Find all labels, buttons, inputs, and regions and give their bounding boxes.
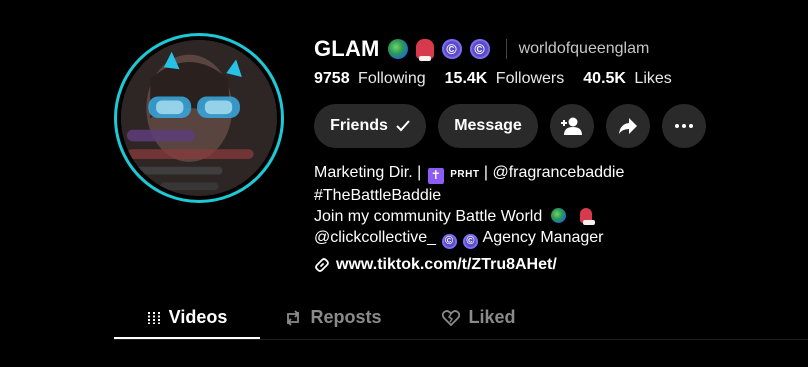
following-count: 9758: [314, 70, 350, 87]
avatar-image: [121, 40, 277, 196]
following-label: Following: [358, 70, 426, 87]
more-icon: [675, 124, 693, 128]
followers-stat[interactable]: 15.4K Followers: [445, 70, 565, 88]
add-friend-button[interactable]: [550, 104, 594, 148]
followers-count: 15.4K: [444, 70, 488, 87]
profile-link[interactable]: www.tiktok.com/t/ZTru8AHet/: [314, 256, 557, 274]
bio-hashtag[interactable]: #TheBattleBaddie: [314, 187, 441, 204]
tab-liked[interactable]: Liked: [406, 296, 552, 339]
copyright-icon: ©: [462, 234, 478, 249]
add-user-icon: [561, 117, 582, 135]
link-url[interactable]: www.tiktok.com/t/ZTru8AHet/: [336, 256, 557, 274]
bio-badge-text: PRHT: [450, 169, 480, 180]
likes-label: Likes: [634, 70, 672, 87]
likes-stat: 40.5K Likes: [583, 70, 672, 88]
friends-button[interactable]: Friends: [314, 104, 426, 148]
globe-icon: [550, 208, 566, 223]
bio-line: @clickcollective_ © © Agency Manager: [314, 227, 624, 249]
likes-count: 40.5K: [583, 70, 626, 87]
tab-label: Liked: [468, 307, 516, 327]
check-icon: [396, 120, 410, 132]
repost-icon: [287, 309, 300, 326]
message-label: Message: [454, 117, 522, 134]
copyright-icon: ©: [441, 234, 457, 249]
profile-bio: Marketing Dir. | ✝ PRHT | @fragrancebadd…: [314, 162, 624, 249]
profile-actions: Friends Message: [314, 104, 706, 148]
profile-header: GLAM © © worldofqueenglam: [314, 35, 649, 63]
friends-label: Friends: [330, 117, 388, 134]
bio-line: #TheBattleBaddie: [314, 185, 624, 206]
display-name: GLAM: [314, 36, 380, 61]
username: worldofqueenglam: [518, 40, 650, 57]
boxing-glove-icon: [415, 39, 434, 61]
bio-text: Join my community Battle World: [314, 208, 543, 225]
profile-stats: 9758 Following 15.4K Followers 40.5K Lik…: [314, 70, 672, 88]
tab-label: Reposts: [310, 307, 382, 327]
tab-videos[interactable]: Videos: [114, 296, 260, 339]
profile-tabs: Videos Reposts Liked: [114, 296, 808, 339]
boxing-glove-icon: [580, 208, 596, 225]
header-divider: [505, 39, 507, 59]
bio-text: Marketing Dir. |: [314, 164, 422, 181]
globe-icon: [387, 39, 408, 59]
bio-line: Marketing Dir. | ✝ PRHT | @fragrancebadd…: [314, 162, 624, 185]
avatar-photo: [121, 40, 277, 196]
tabs-divider: [114, 339, 808, 340]
profile-avatar[interactable]: [114, 33, 284, 203]
more-button[interactable]: [662, 104, 706, 148]
message-button[interactable]: Message: [438, 104, 538, 148]
share-button[interactable]: [606, 104, 650, 148]
copyright-icon: ©: [441, 39, 462, 59]
share-icon: [619, 118, 637, 134]
bio-text: Agency Manager: [482, 229, 604, 246]
bio-mention[interactable]: @clickcollective_: [314, 229, 436, 246]
followers-label: Followers: [495, 70, 565, 87]
tab-label: Videos: [168, 307, 228, 327]
bio-text[interactable]: | @fragrancebaddie: [484, 164, 624, 181]
following-stat[interactable]: 9758 Following: [314, 70, 426, 88]
tab-reposts[interactable]: Reposts: [260, 296, 406, 339]
link-icon: [315, 258, 329, 272]
grid-icon: [147, 311, 160, 324]
bio-line: Join my community Battle World: [314, 206, 624, 227]
heart-icon: [442, 309, 461, 326]
copyright-icon: ©: [469, 39, 490, 59]
cross-icon: ✝: [427, 167, 444, 184]
